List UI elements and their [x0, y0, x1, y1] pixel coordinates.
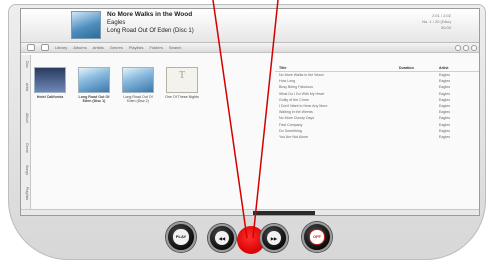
- sidebar-tab-artist[interactable]: Artist: [25, 83, 29, 91]
- column-header-artist[interactable]: Artist: [439, 66, 475, 70]
- track-title: I Don't Want to Hear Any More: [279, 104, 328, 109]
- track-title: What Do I Do With My Heart: [279, 91, 325, 96]
- track-title: How Long: [279, 79, 296, 84]
- album-tile[interactable]: Long Road Out Of Eden (Disc 2): [121, 67, 155, 103]
- toolbar-item-playlists[interactable]: Playlists: [129, 45, 144, 50]
- sidebar-tab-album[interactable]: Album: [25, 113, 29, 123]
- track-artist: Eagles: [439, 91, 450, 96]
- sidebar-tab-genre[interactable]: Genre: [25, 143, 29, 153]
- track-title: You Are Not Alone: [279, 134, 309, 139]
- track-rows: No More Walks in the Wood Eagles How Long E…: [275, 72, 479, 140]
- previous-icon: ◀◀: [215, 231, 229, 245]
- now-playing-info: No More Walks in the Wood Eagles Long Ro…: [107, 11, 194, 35]
- track-title: Waiting in the Weeds: [279, 110, 313, 115]
- view-coverflow-icon[interactable]: [471, 44, 477, 51]
- track-title: No More Walks in the Wood: [279, 73, 324, 78]
- album-art: [78, 67, 110, 93]
- next-button[interactable]: ▶▶: [260, 224, 288, 252]
- view-grid-icon[interactable]: [463, 44, 469, 51]
- back-icon[interactable]: [27, 44, 35, 51]
- track-artist: Eagles: [439, 85, 450, 90]
- album-name: One Of These Nights: [165, 95, 199, 99]
- now-playing-album-art: [71, 11, 101, 39]
- track-artist: Eagles: [439, 79, 450, 84]
- track-artist: Eagles: [439, 122, 450, 127]
- album-name: Long Road Out Of Eden (Disc 2): [123, 95, 153, 103]
- album-grid: Hotel California Long Road Out Of Eden (…: [33, 67, 253, 107]
- power-button[interactable]: OFF: [302, 222, 332, 252]
- previous-button[interactable]: ◀◀: [208, 224, 236, 252]
- track-artist: Eagles: [439, 97, 450, 102]
- play-pause-icon: PLAY: [173, 229, 189, 245]
- toolbar-item-search[interactable]: Search: [169, 45, 182, 50]
- track-list: Title Duration Artist No More Walks in t…: [275, 65, 479, 215]
- track-list-header: Title Duration Artist: [275, 65, 479, 72]
- library-toolbar: Library Albums Artists Genres Playlists …: [21, 43, 479, 53]
- sidebar-tab-disc[interactable]: Disc: [25, 61, 29, 68]
- view-list-icon[interactable]: [455, 44, 461, 51]
- track-title: Guilty of the Crime: [279, 97, 309, 102]
- now-playing-meta: 2:01 / 2:02 No. 1 / 20 (Disc) 00:00: [422, 13, 451, 31]
- next-icon: ▶▶: [267, 231, 281, 245]
- album-art: [34, 67, 66, 93]
- status-strip: [21, 209, 479, 215]
- track-artist: Eagles: [439, 128, 450, 133]
- toolbar-item-albums[interactable]: Albums: [73, 45, 86, 50]
- album-name: Hotel California: [36, 95, 64, 99]
- album-tile[interactable]: One Of These Nights: [165, 67, 199, 99]
- now-playing-album: Long Road Out Of Eden (Disc 1): [107, 28, 194, 34]
- track-artist: Eagles: [439, 73, 450, 78]
- track-title: Fast Company: [279, 122, 303, 127]
- track-artist: Eagles: [439, 110, 450, 115]
- sidebar-tab-playlists[interactable]: Playlists: [25, 187, 29, 200]
- sidebar-tabs: Disc Artist Album Genre Songs Playlists: [21, 55, 31, 215]
- now-playing-artist: Eagles: [107, 20, 126, 26]
- progress-bar[interactable]: [253, 211, 315, 215]
- track-artist: Eagles: [439, 134, 450, 139]
- track-artist: Eagles: [439, 116, 450, 121]
- play-pause-button[interactable]: PLAY: [166, 222, 196, 252]
- media-player-window: No More Walks in the Wood Eagles Long Ro…: [8, 4, 486, 260]
- column-header-duration[interactable]: Duration: [399, 66, 439, 70]
- album-tile[interactable]: Hotel California: [33, 67, 67, 99]
- now-playing-title: No More Walks in the Wood: [107, 11, 193, 18]
- column-header-title[interactable]: Title: [275, 66, 399, 70]
- track-title: No More Cloudy Days: [279, 116, 315, 121]
- toolbar-item-folders[interactable]: Folders: [150, 45, 163, 50]
- sidebar-tab-songs[interactable]: Songs: [25, 165, 29, 175]
- album-art: [122, 67, 154, 93]
- album-name: Long Road Out Of Eden (Disc 1): [78, 95, 110, 103]
- track-title: Busy Being Fabulous: [279, 85, 313, 90]
- album-tile[interactable]: Long Road Out Of Eden (Disc 1): [77, 67, 111, 103]
- track-row[interactable]: You Are Not Alone Eagles: [275, 134, 479, 140]
- track-artist: Eagles: [439, 104, 450, 109]
- now-playing-elapsed: 00:00: [440, 25, 451, 30]
- power-icon: OFF: [309, 229, 325, 245]
- player-screen: No More Walks in the Wood Eagles Long Ro…: [20, 8, 480, 216]
- track-title: Do Something: [279, 128, 302, 133]
- toolbar-item-library[interactable]: Library: [55, 45, 67, 50]
- toolbar-item-artists[interactable]: Artists: [93, 45, 104, 50]
- toolbar-item-genres[interactable]: Genres: [110, 45, 123, 50]
- forward-icon[interactable]: [41, 44, 49, 51]
- view-switcher: [455, 44, 479, 51]
- album-art: [166, 67, 198, 93]
- now-playing-bar: No More Walks in the Wood Eagles Long Ro…: [21, 9, 479, 43]
